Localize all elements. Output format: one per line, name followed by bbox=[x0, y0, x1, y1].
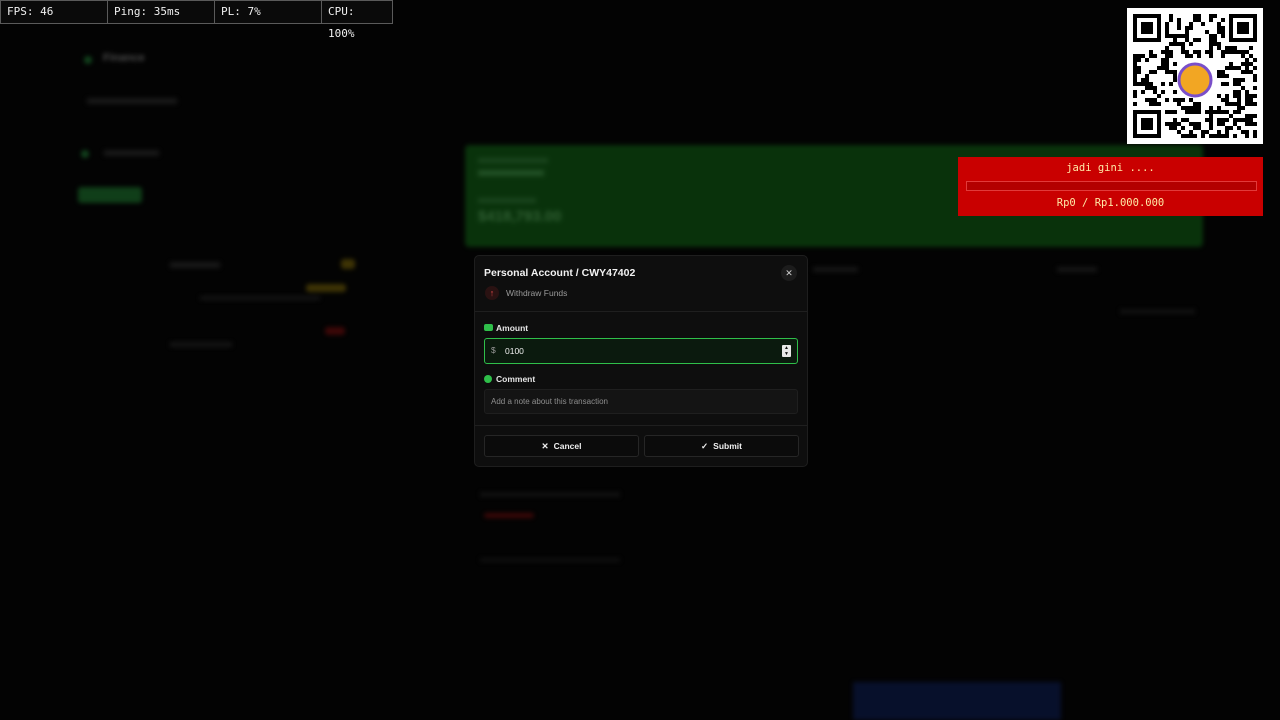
packet-loss-stat: PL: 7% bbox=[215, 1, 322, 23]
accounts-icon bbox=[81, 150, 89, 158]
status-badge bbox=[484, 513, 534, 518]
app-name: Finance bbox=[103, 52, 145, 64]
comment-field[interactable] bbox=[484, 389, 798, 414]
list-item bbox=[480, 558, 620, 562]
qr-code-graphic bbox=[1133, 14, 1257, 138]
balance-card-label bbox=[478, 170, 544, 176]
list-item bbox=[1057, 267, 1097, 272]
close-button[interactable]: ✕ bbox=[781, 265, 797, 281]
ping-stat: Ping: 35ms bbox=[108, 1, 215, 23]
sidebar-green-button bbox=[78, 187, 142, 203]
comment-input[interactable] bbox=[491, 393, 787, 410]
currency-prefix: $ bbox=[491, 345, 496, 355]
donation-progress-bar bbox=[966, 181, 1257, 191]
list-item bbox=[480, 492, 620, 497]
sidebar-item bbox=[87, 98, 177, 104]
submit-button-label: Submit bbox=[713, 441, 742, 451]
fps-stat: FPS: 46 bbox=[1, 1, 108, 23]
amount-input[interactable] bbox=[505, 342, 765, 360]
status-badge bbox=[325, 327, 345, 335]
balance-amount: $418,793.00 bbox=[478, 208, 562, 225]
donation-widget: jadi gini .... Rp0 / Rp1.000.000 bbox=[958, 157, 1263, 216]
sidebar-item bbox=[104, 150, 159, 156]
list-item bbox=[200, 296, 320, 300]
balance-card-label bbox=[478, 198, 536, 203]
toast bbox=[853, 682, 1061, 720]
close-icon: ✕ bbox=[785, 268, 793, 278]
list-item bbox=[1120, 309, 1195, 314]
cpu-stat: CPU: 100% bbox=[328, 5, 355, 40]
close-icon: ✕ bbox=[541, 440, 549, 451]
dialog-title: Personal Account / CWY47402 bbox=[484, 267, 636, 279]
performance-stats-bar: FPS: 46 Ping: 35ms PL: 7% CPU: 100% bbox=[0, 0, 393, 40]
amount-label: Amount bbox=[496, 323, 529, 333]
list-item bbox=[170, 262, 220, 268]
donation-message: jadi gini .... bbox=[1066, 162, 1155, 174]
dialog-divider bbox=[475, 425, 807, 426]
donation-amount: Rp0 / Rp1.000.000 bbox=[1056, 197, 1165, 209]
app-logo-icon bbox=[84, 56, 92, 64]
check-icon: ✓ bbox=[701, 440, 709, 451]
list-item bbox=[170, 342, 232, 347]
status-badge bbox=[306, 284, 346, 292]
status-badge bbox=[341, 259, 355, 269]
dialog-header: Personal Account / CWY47402 ✕ ↑ Withdraw… bbox=[475, 256, 807, 312]
submit-button[interactable]: ✓ Submit bbox=[644, 435, 799, 457]
arrow-up-icon: ↑ bbox=[485, 286, 499, 300]
chat-bubble-icon bbox=[484, 375, 492, 383]
cancel-button[interactable]: ✕ Cancel bbox=[484, 435, 639, 457]
number-stepper-icon[interactable]: ▲ ▼ bbox=[782, 345, 791, 357]
balance-card-label bbox=[478, 158, 548, 163]
amount-field[interactable]: $ ▲▼ bbox=[484, 338, 798, 364]
list-item bbox=[813, 267, 858, 272]
money-icon bbox=[484, 324, 493, 331]
comment-label: Comment bbox=[496, 374, 536, 384]
dialog-subtitle: Withdraw Funds bbox=[506, 288, 568, 298]
qr-code-icon bbox=[1127, 8, 1263, 144]
cancel-button-label: Cancel bbox=[553, 441, 582, 451]
withdraw-dialog: Personal Account / CWY47402 ✕ ↑ Withdraw… bbox=[474, 255, 808, 467]
